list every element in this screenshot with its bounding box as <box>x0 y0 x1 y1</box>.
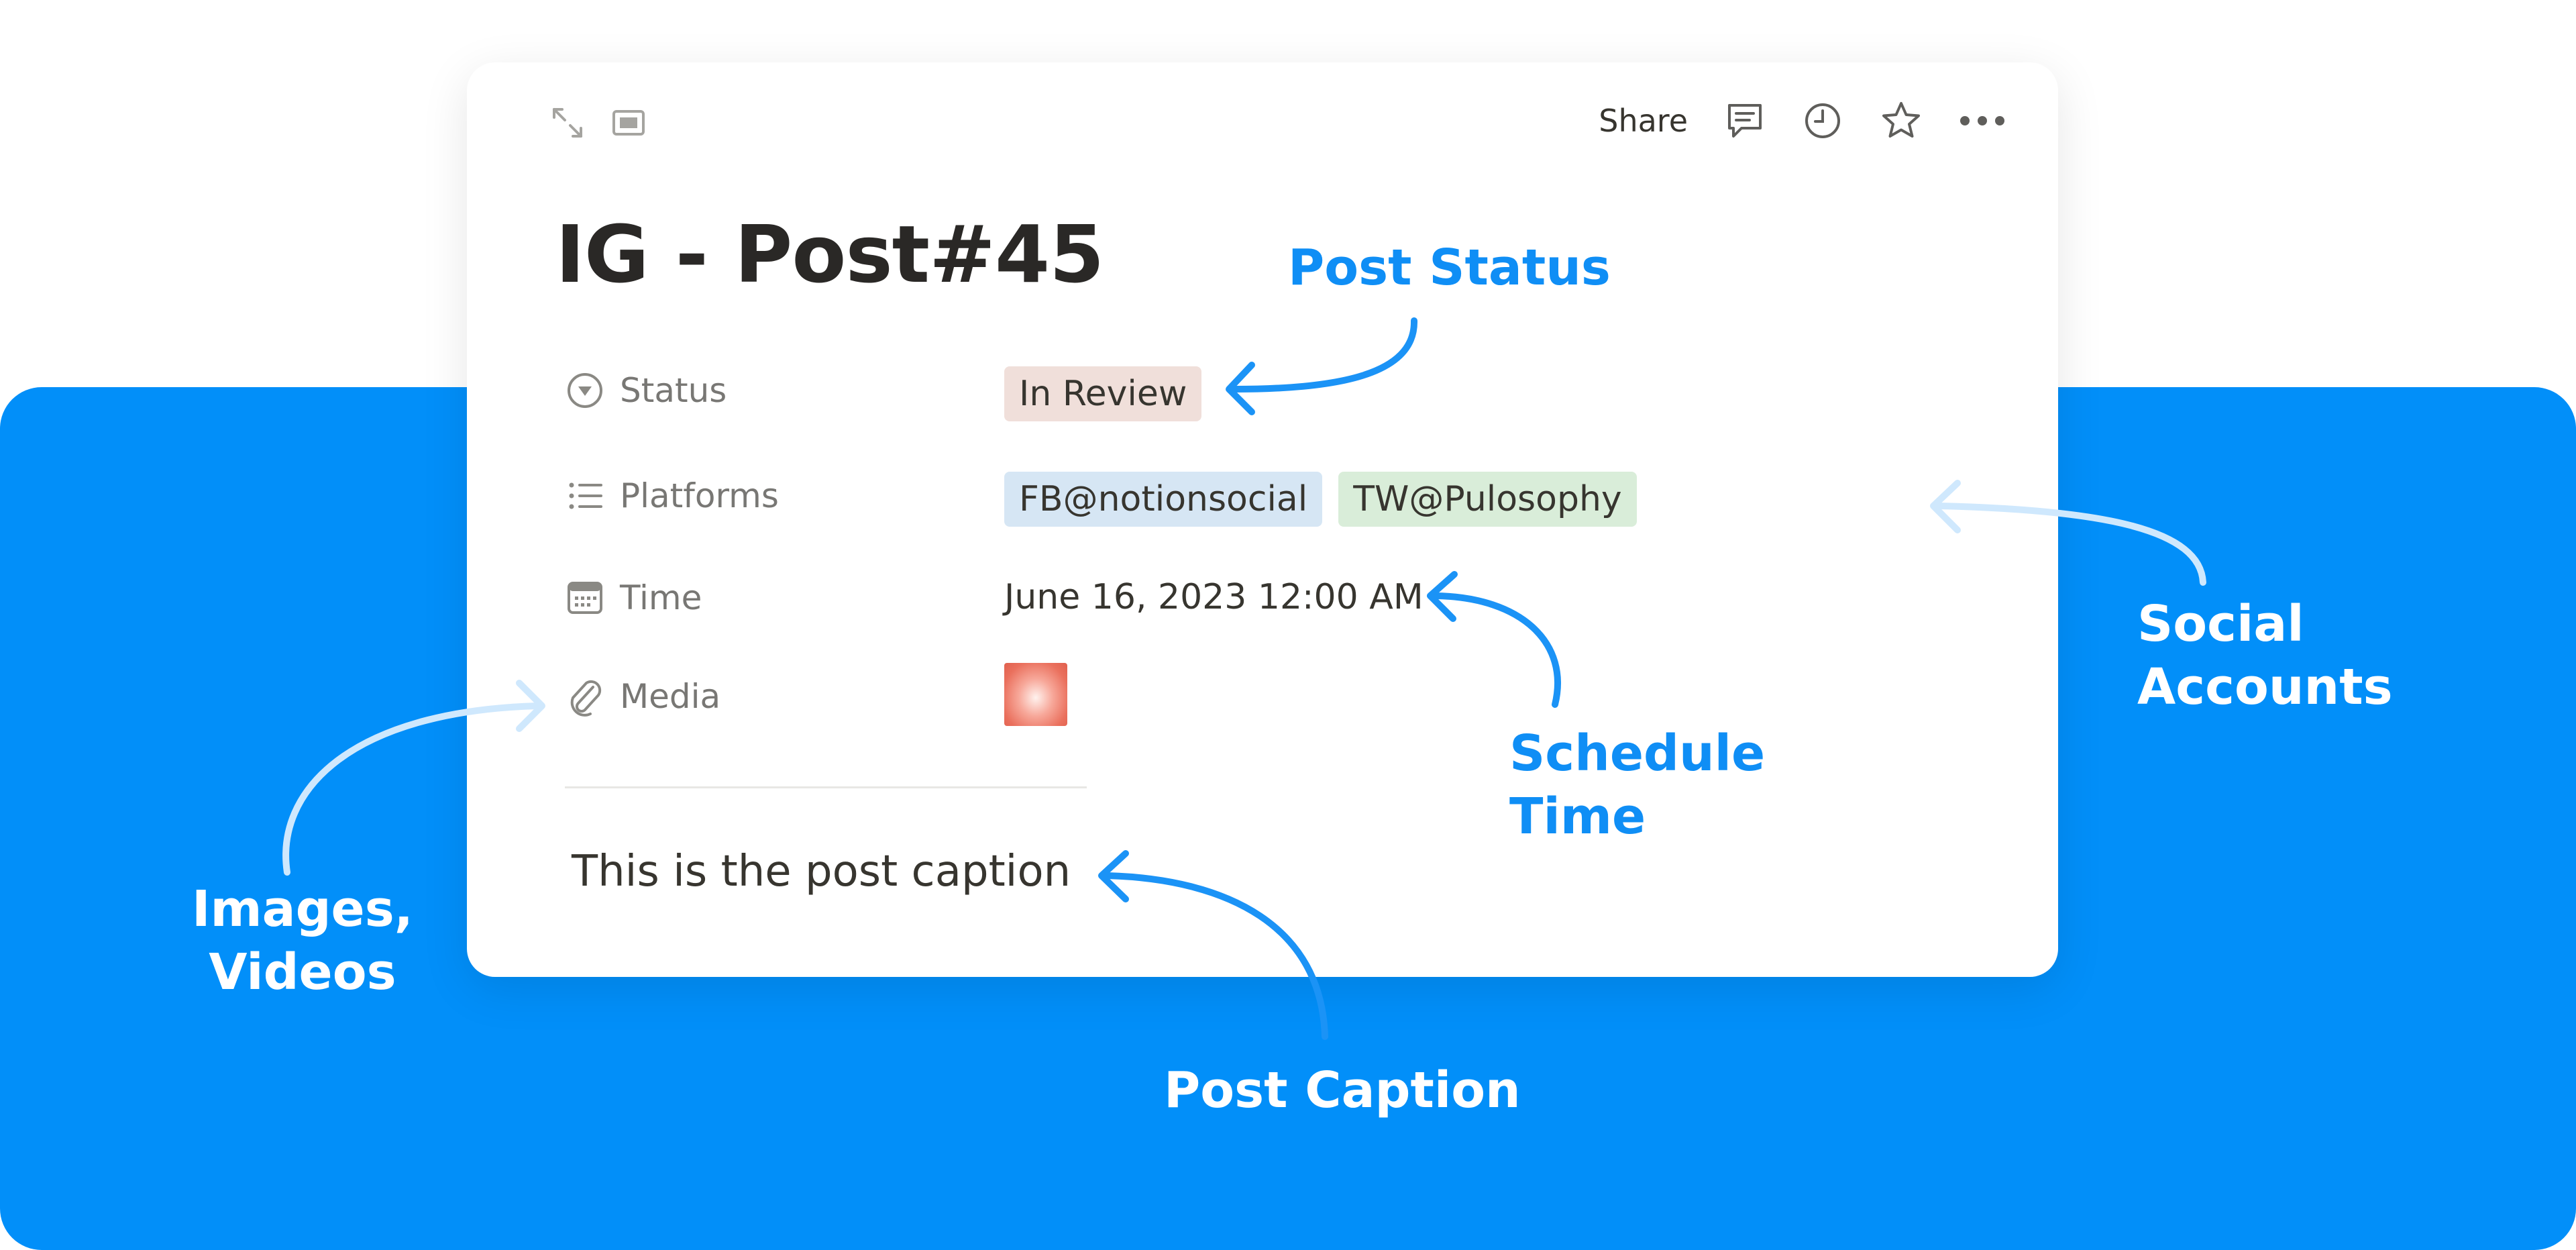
annotation-schedule-time: Schedule Time <box>1509 722 1765 848</box>
annotation-social-accounts-line1: Social <box>2137 595 2304 653</box>
annotation-post-status: Post Status <box>1288 239 1611 297</box>
annotation-schedule-time-line2: Time <box>1509 788 1646 845</box>
annotation-schedule-time-line1: Schedule <box>1509 725 1766 782</box>
annotation-images-videos-line2: Videos <box>209 943 396 1001</box>
annotation-social-accounts-line2: Accounts <box>2137 658 2393 716</box>
annotation-images-videos: Images, Videos <box>192 878 413 1004</box>
annotation-images-videos-line1: Images, <box>192 880 413 938</box>
annotation-social-accounts: Social Accounts <box>2137 592 2393 719</box>
annotation-post-caption: Post Caption <box>1164 1061 1521 1119</box>
